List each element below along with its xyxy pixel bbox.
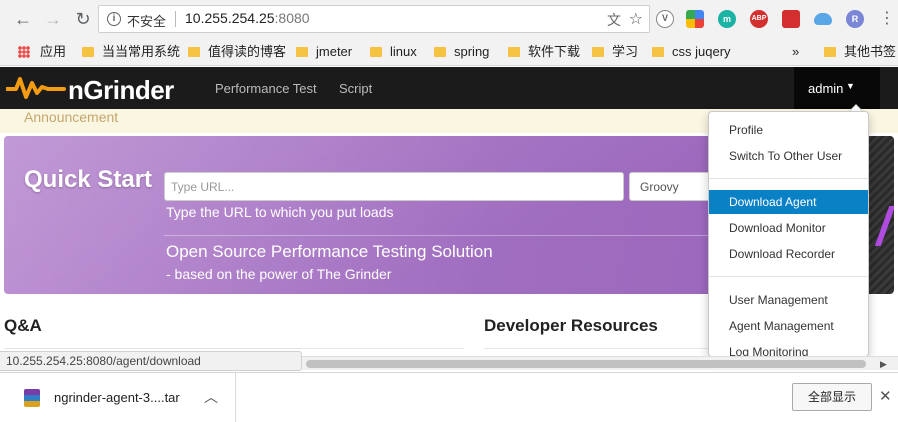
extension-abp-icon[interactable]: ABP	[750, 10, 768, 28]
menu-item-log-monitoring[interactable]: Log Monitoring	[709, 340, 868, 356]
scroll-right-arrow-icon[interactable]: ▶	[880, 357, 887, 371]
bookmark-folder[interactable]: 软件下载	[508, 43, 580, 61]
extension-cloud-icon[interactable]	[814, 13, 832, 25]
download-item[interactable]: ngrinder-agent-3....tar ︿	[0, 373, 236, 422]
menu-item-download-recorder[interactable]: Download Recorder	[709, 242, 868, 266]
menu-divider	[709, 178, 868, 179]
menu-item-profile[interactable]: Profile	[709, 118, 868, 142]
show-all-downloads-button[interactable]: 全部显示	[792, 383, 872, 411]
folder-icon	[370, 47, 382, 57]
menu-item-user-management[interactable]: User Management	[709, 288, 868, 312]
folder-icon	[592, 47, 604, 57]
archive-file-icon	[24, 389, 40, 407]
bookmark-apps[interactable]: 应用	[18, 43, 66, 61]
qa-divider	[4, 348, 464, 349]
download-filename: ngrinder-agent-3....tar	[54, 390, 180, 405]
menu-divider	[709, 276, 868, 277]
url-port: :8080	[274, 10, 310, 26]
chevron-up-icon[interactable]: ︿	[204, 387, 218, 407]
forward-arrow-icon[interactable]: →	[40, 6, 66, 32]
link-status-bar: 10.255.254.25:8080/agent/download	[0, 351, 302, 371]
horizontal-scrollbar[interactable]: ▶	[302, 356, 898, 370]
caret-down-icon: ▼	[846, 81, 855, 91]
extension-drive-icon[interactable]	[686, 10, 704, 28]
menu-item-switch-user[interactable]: Switch To Other User	[709, 144, 868, 168]
bookmarks-bar: 应用 当当常用系统 值得读的博客 jmeter linux spring 软件下…	[0, 38, 898, 66]
extension-m-icon[interactable]: m	[718, 10, 736, 28]
bookmark-folder[interactable]: jmeter	[296, 43, 352, 61]
user-name: admin	[808, 81, 844, 96]
url-host: 10.255.254.25	[185, 10, 275, 26]
close-icon[interactable]: ✕	[879, 387, 892, 405]
folder-icon	[188, 47, 200, 57]
reload-icon[interactable]: ↻	[70, 6, 96, 32]
url-text[interactable]: 10.255.254.25:8080	[185, 10, 310, 26]
bookmark-folder[interactable]: 当当常用系统	[82, 43, 180, 61]
back-arrow-icon[interactable]: ←	[10, 6, 36, 32]
folder-icon	[824, 47, 836, 57]
folder-icon	[82, 47, 94, 57]
bookmark-folder[interactable]: 学习	[592, 43, 638, 61]
menu-item-agent-management[interactable]: Agent Management	[709, 314, 868, 338]
test-url-input[interactable]	[164, 172, 624, 201]
announcement-label[interactable]: Announcement	[24, 109, 118, 125]
hero-tagline: Open Source Performance Testing Solution	[166, 242, 493, 261]
scrollbar-thumb[interactable]	[306, 360, 866, 368]
folder-icon	[296, 47, 308, 57]
bookmark-folder[interactable]: 值得读的博客	[188, 43, 286, 61]
extension-v-icon[interactable]: V	[656, 10, 674, 28]
bookmarks-overflow[interactable]: »	[792, 43, 799, 61]
folder-icon	[434, 47, 446, 57]
folder-icon	[652, 47, 664, 57]
browser-toolbar: ← → ↻ i 不安全 10.255.254.25:8080 文 ☆ V m A…	[0, 0, 898, 38]
translate-icon[interactable]: 文	[607, 10, 621, 30]
menu-item-download-agent[interactable]: Download Agent	[709, 190, 868, 214]
user-dropdown-menu: Profile Switch To Other User Download Ag…	[708, 111, 869, 357]
bookmark-folder[interactable]: spring	[434, 43, 489, 61]
script-language-select[interactable]: Groovy	[629, 172, 719, 201]
info-icon[interactable]: i	[107, 12, 121, 26]
user-menu-toggle[interactable]: admin ▼	[794, 67, 880, 109]
extension-r-icon[interactable]: R	[846, 10, 864, 28]
qa-heading: Q&A	[4, 316, 42, 335]
hero-divider	[164, 235, 724, 236]
folder-icon	[508, 47, 520, 57]
bookmark-other[interactable]: 其他书签	[824, 43, 896, 61]
bookmark-folder[interactable]: linux	[370, 43, 417, 61]
address-separator	[175, 11, 176, 27]
nav-performance-test[interactable]: Performance Test	[215, 81, 317, 96]
url-hint: Type the URL to which you put loads	[166, 204, 394, 220]
dev-divider	[484, 348, 714, 349]
menu-item-download-monitor[interactable]: Download Monitor	[709, 216, 868, 240]
bookmark-star-icon[interactable]: ☆	[629, 9, 643, 29]
insecure-label: 不安全	[127, 14, 167, 29]
download-shelf: ngrinder-agent-3....tar ︿ 全部显示 ✕	[0, 372, 898, 422]
brand-name[interactable]: nGrinder	[68, 75, 174, 106]
address-bar[interactable]: i 不安全 10.255.254.25:8080 文 ☆	[98, 5, 650, 33]
hero-sub-tagline: - based on the power of The Grinder	[166, 266, 392, 282]
browser-menu-icon[interactable]: ⋮	[874, 6, 898, 32]
app-navbar: nGrinder Performance Test Script admin ▼	[0, 67, 898, 109]
apps-grid-icon	[18, 46, 30, 58]
nav-script[interactable]: Script	[339, 81, 372, 96]
bookmark-folder[interactable]: css juqery	[652, 43, 731, 61]
quick-start-title: Quick Start	[24, 166, 153, 193]
developer-resources-heading: Developer Resources	[484, 316, 658, 335]
extension-red-square-icon[interactable]	[782, 10, 800, 28]
ngrinder-logo-icon[interactable]	[6, 75, 66, 101]
